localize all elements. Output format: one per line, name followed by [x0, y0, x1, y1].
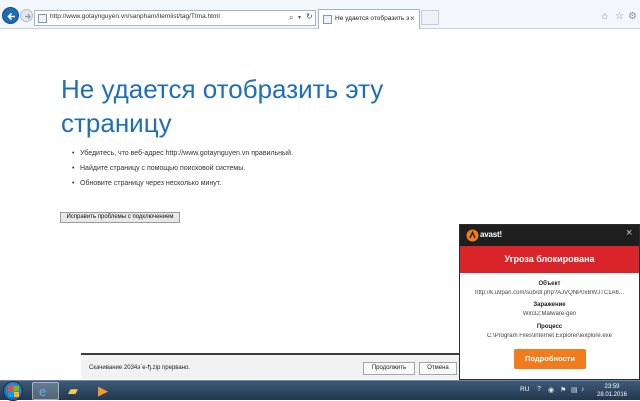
list-item: • Убедитесь, что веб-адрес http://www.go… [72, 150, 293, 165]
page-icon [38, 14, 47, 23]
gear-icon[interactable]: ⚙ [628, 11, 637, 22]
address-bar[interactable]: http://www.gotaynguyen.vn/sanpham/itemli… [34, 10, 316, 26]
refresh-icon[interactable]: ↻ [306, 12, 313, 21]
avast-threat-popup: avast! × Угроза блокирована Объект http:… [459, 224, 640, 380]
tip-text: Обновите страницу через несколько минут. [80, 180, 222, 187]
browser-toolbar: http://www.gotaynguyen.vn/sanpham/itemli… [0, 0, 640, 29]
download-message: Скачивание 2034э`е-ђ.zip прервано. [89, 365, 191, 371]
page-title: Не удается отобразить эту страницу [61, 74, 384, 138]
process-value: C:\Program Files\Internet Explorer\iexpl… [486, 333, 613, 339]
url-text: http://www.gotaynguyen.vn/sanpham/itemli… [50, 13, 220, 20]
fix-connection-button[interactable]: Исправить проблемы с подключением [60, 212, 180, 223]
avast-tray-icon[interactable]: ◉ [548, 386, 554, 394]
taskbar: e ▰ ▶ RU ? ◉ ⚑ ▤ ♪ 23:59 28.01.2016 [0, 380, 640, 401]
tip-text: Убедитесь, что веб-адрес http://www.gota… [80, 150, 293, 157]
list-item: • Обновите страницу через несколько мину… [72, 180, 293, 195]
start-button[interactable] [3, 381, 23, 401]
list-item: • Найдите страницу с помощью поисковой с… [72, 165, 293, 180]
forward-arrow-icon [25, 13, 31, 20]
internet-explorer-icon: e [39, 384, 47, 399]
avast-logo-icon [466, 229, 479, 242]
folder-icon: ▰ [68, 383, 78, 398]
network-icon[interactable]: ▤ [571, 386, 578, 394]
tab-page-icon [323, 15, 332, 24]
taskbar-internet-explorer[interactable]: e [32, 382, 59, 400]
details-button[interactable]: Подробности [514, 349, 586, 369]
clock-time[interactable]: 23:59 [592, 384, 632, 390]
tip-text: Найдите страницу с помощью поисковой сис… [80, 165, 246, 172]
taskbar-media-player[interactable]: ▶ [92, 382, 119, 400]
back-arrow-icon [7, 12, 15, 21]
close-icon[interactable]: × [626, 227, 632, 239]
object-label: Объект [538, 281, 561, 287]
process-label: Процесс [536, 324, 563, 330]
dropdown-arrow-icon[interactable]: ▾ [298, 14, 301, 21]
download-notification-bar: Скачивание 2034э`е-ђ.zip прервано. Продо… [81, 353, 459, 379]
media-player-icon: ▶ [98, 383, 108, 398]
new-tab-button[interactable] [421, 10, 439, 25]
forward-button[interactable] [20, 9, 33, 22]
close-tab-icon[interactable]: × [410, 14, 415, 23]
infection-value: Win32:Malware-gen [522, 311, 577, 317]
tab-label: Не удается отобразить эту... [335, 15, 409, 22]
tab-active[interactable]: Не удается отобразить эту... × [318, 9, 420, 29]
resume-button[interactable]: Продолжить [363, 362, 415, 375]
threat-blocked-banner: Угроза блокирована [460, 246, 639, 273]
back-button[interactable] [2, 7, 19, 24]
help-icon[interactable]: ? [537, 386, 541, 393]
infection-label: Заражение [533, 302, 566, 308]
volume-icon[interactable]: ♪ [581, 386, 585, 393]
windows-logo-icon [8, 386, 19, 397]
clock-date[interactable]: 28.01.2016 [592, 392, 632, 398]
tips-list: • Убедитесь, что веб-адрес http://www.go… [72, 150, 293, 195]
home-icon[interactable]: ⌂ [602, 11, 608, 22]
language-indicator[interactable]: RU [520, 386, 529, 393]
avast-brand-label: avast! [480, 230, 502, 239]
taskbar-file-explorer[interactable]: ▰ [62, 382, 89, 400]
object-value: http://k.u9pan.com/sub/dl.php?AJVQNP0xBW… [475, 290, 624, 296]
search-icon[interactable]: ⌕ [289, 13, 293, 23]
popup-header: avast! × [460, 225, 639, 246]
bullet-icon: • [72, 180, 75, 187]
bullet-icon: • [72, 150, 75, 157]
cancel-button[interactable]: Отмена [419, 362, 457, 375]
favorites-star-icon[interactable]: ☆ [615, 11, 624, 22]
flag-icon[interactable]: ⚑ [560, 386, 566, 394]
bullet-icon: • [72, 165, 75, 172]
